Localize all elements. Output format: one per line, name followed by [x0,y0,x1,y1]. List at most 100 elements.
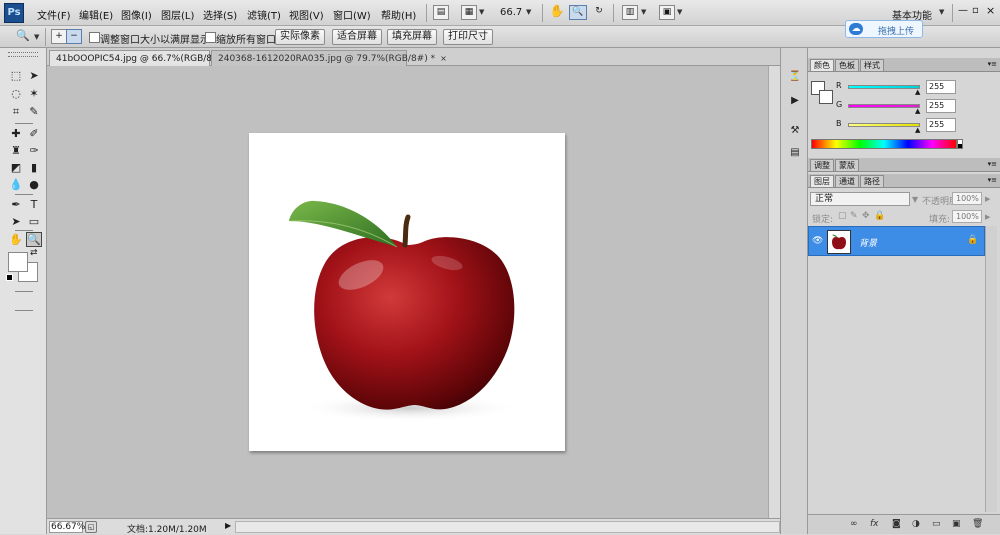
chevron-right-icon[interactable]: ▶ [985,213,990,221]
move-tool-icon[interactable]: ➤ [26,68,42,83]
crop-tool-icon[interactable]: ⌗ [8,104,24,119]
add-mask-icon[interactable]: ◙ [892,519,901,529]
document-canvas[interactable] [249,133,565,451]
lock-all-icon[interactable]: 🔒 [874,211,885,221]
lasso-tool-icon[interactable]: ◌ [8,86,24,101]
chevron-down-icon[interactable]: ▼ [526,8,531,16]
restore-icon[interactable]: ▫ [972,5,979,16]
quick-mask-icon[interactable] [15,310,33,311]
status-zoom-field[interactable]: 66.67% [49,521,85,533]
slider-track[interactable] [848,123,920,127]
minimize-icon[interactable]: — [958,5,968,16]
eraser-tool-icon[interactable]: ◩ [8,160,24,175]
history-brush-tool-icon[interactable]: ✑ [26,143,42,158]
tab-layers[interactable]: 图层 [810,175,834,187]
slider-thumb-icon[interactable]: ▲ [915,89,920,96]
layer-row-background[interactable]: 👁 背景 🔒 [808,226,985,256]
adjustment-layer-icon[interactable]: ◑ [912,519,920,529]
gradient-tool-icon[interactable]: ▮ [26,160,42,175]
blend-mode-select[interactable]: 正常 [810,192,910,206]
zoom-level[interactable]: 66.7 [500,7,522,18]
zoom-tool-icon[interactable]: 🔍 [26,232,42,247]
magic-wand-tool-icon[interactable]: ✶ [26,86,42,101]
blue-value-field[interactable]: 255 [926,118,956,132]
delete-layer-icon[interactable]: 🗑 [972,519,983,529]
tab-styles[interactable]: 样式 [860,59,884,71]
green-slider[interactable]: G ▲ 255 [836,99,986,115]
blue-slider[interactable]: B ▲ 255 [836,118,986,134]
foreground-color-swatch[interactable] [8,252,28,272]
toolbox-grip[interactable] [8,52,38,57]
close-icon[interactable]: × [986,4,995,17]
fill-screen-button[interactable]: 填充屏幕 [387,29,437,45]
fill-field[interactable]: 100% [952,210,982,223]
zoom-all-windows-checkbox[interactable] [205,32,216,43]
slider-track[interactable] [848,85,920,89]
menu-window[interactable]: 窗口(W) [333,7,371,22]
zoom-in-icon[interactable]: + [51,29,67,44]
menu-image[interactable]: 图像(I) [121,7,152,22]
visibility-eye-icon[interactable]: 👁 [812,236,823,246]
panel-menu-icon[interactable]: ▾≡ [988,176,997,184]
new-layer-icon[interactable]: ▣ [952,519,961,529]
shape-tool-icon[interactable]: ▭ [26,214,42,229]
tab-paths[interactable]: 路径 [860,175,884,187]
chevron-down-icon[interactable]: ▼ [912,195,918,204]
chevron-down-icon[interactable]: ▼ [939,8,944,16]
layers-scrollbar[interactable] [985,226,997,512]
red-value-field[interactable]: 255 [926,80,956,94]
link-layers-icon[interactable]: ∞ [850,519,858,529]
arrange-documents-icon[interactable]: ▥ [622,5,638,20]
healing-brush-tool-icon[interactable]: ✚ [8,126,24,141]
menu-help[interactable]: 帮助(H) [381,7,416,22]
panel-menu-icon[interactable]: ▾≡ [988,160,997,168]
zoom-tool-preset-icon[interactable]: 🔍 [16,29,30,42]
fit-screen-button[interactable]: 适合屏幕 [332,29,382,45]
actions-panel-icon[interactable]: ▶ [787,94,803,108]
default-colors-icon[interactable] [6,274,13,281]
type-tool-icon[interactable]: T [26,197,42,212]
background-color-swatch[interactable] [819,90,833,104]
vertical-scrollbar[interactable] [768,66,780,518]
close-icon[interactable]: × [440,54,447,63]
chevron-right-icon[interactable]: ▶ [985,195,990,203]
actual-pixels-button[interactable]: 实际像素 [275,29,325,45]
swap-colors-icon[interactable]: ⇄ [30,248,38,258]
color-spectrum[interactable] [811,139,957,149]
hand-tool-icon[interactable]: ✋ [8,232,24,247]
horizontal-scrollbar[interactable] [235,521,780,533]
tab-swatches[interactable]: 色板 [835,59,859,71]
menu-layer[interactable]: 图层(L) [161,7,194,22]
history-panel-icon[interactable]: ⏳ [787,70,803,84]
lock-position-icon[interactable]: ✥ [862,211,870,221]
menu-file[interactable]: 文件(F) [37,7,71,22]
chevron-down-icon[interactable]: ▼ [34,33,39,41]
tab-channels[interactable]: 通道 [835,175,859,187]
status-menu-arrow-icon[interactable]: ▶ [225,521,231,530]
clone-stamp-tool-icon[interactable]: ♜ [8,143,24,158]
menu-filter[interactable]: 滤镜(T) [247,7,281,22]
print-size-button[interactable]: 打印尺寸 [443,29,493,45]
hand-tool-icon[interactable]: ✋ [549,5,565,20]
pen-tool-icon[interactable]: ✒ [8,197,24,212]
lock-transparency-icon[interactable]: ▢ [838,211,847,221]
tool-presets-panel-icon[interactable]: ⚒ [787,124,803,138]
tab-document-2[interactable]: 240368-1612020RA035.jpg @ 79.7%(RGB/8#) … [211,50,447,66]
clone-source-panel-icon[interactable]: ▤ [787,146,803,160]
layer-name[interactable]: 背景 [859,236,877,249]
zoom-out-icon[interactable]: − [66,29,82,44]
black-white-swatch[interactable] [957,139,963,149]
green-value-field[interactable]: 255 [926,99,956,113]
screen-mode-icon[interactable]: ▣ [659,5,675,20]
menu-view[interactable]: 视图(V) [289,7,324,22]
panel-menu-icon[interactable]: ▾≡ [988,60,997,68]
tab-document-1[interactable]: 41bOOOPIC54.jpg @ 66.7%(RGB/8#)× [49,50,235,66]
upload-badge[interactable]: ☁ 拖拽上传 [845,20,923,38]
dodge-tool-icon[interactable]: ● [26,177,42,192]
opacity-field[interactable]: 100% [952,192,982,205]
menu-select[interactable]: 选择(S) [203,7,237,22]
tab-adjustments[interactable]: 调整 [810,159,834,171]
tab-masks[interactable]: 蒙版 [835,159,859,171]
slider-thumb-icon[interactable]: ▲ [915,127,920,134]
zoom-tool-icon[interactable]: 🔍 [569,5,587,20]
